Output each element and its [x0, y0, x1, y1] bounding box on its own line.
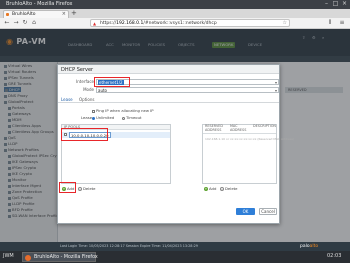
mode-select[interactable]: auto ▾: [96, 87, 279, 93]
maximize-icon[interactable]: □: [332, 1, 339, 8]
timeout-label: Timeout: [126, 115, 142, 120]
reserved-address-column: RESERVED ADDRESS: [205, 124, 224, 132]
close-window-icon[interactable]: ×: [341, 1, 348, 8]
pool-delete-button[interactable]: – Delete: [78, 186, 95, 191]
app-status-bar: Last Login Time: 10/05/2023 12:28:17 Ses…: [0, 242, 350, 251]
library-icon[interactable]: ⫴: [326, 20, 334, 27]
taskbar-window-label: BruhloAlto - Mozilla Firefox: [34, 255, 98, 260]
mac-address-column: MAC ADDRESS: [230, 124, 247, 132]
dialog-title: DHCP Server: [61, 67, 94, 73]
delete-label: Delete: [83, 186, 96, 191]
taskbar-clock: 02:03: [327, 253, 342, 259]
taskbar-window-button[interactable]: BruhloAlto - Mozilla Firefox: [22, 252, 98, 262]
lease-unlimited-option[interactable]: Unlimited: [92, 115, 114, 120]
window-titlebar: BruhloAlto - Mozilla Firefox – □ ×: [0, 0, 350, 9]
window-title: BruhloAlto - Mozilla Firefox: [6, 1, 73, 7]
minus-icon: –: [220, 187, 224, 191]
firefox-icon: [25, 255, 31, 261]
cancel-button[interactable]: Cancel: [259, 208, 277, 215]
unlimited-label: Unlimited: [96, 115, 115, 120]
interface-highlight-box: [94, 77, 130, 87]
insecure-lock-icon: ▲: [93, 21, 97, 26]
lease-timeout-option[interactable]: Timeout: [122, 115, 142, 120]
timeout-radio[interactable]: [122, 116, 125, 120]
reserved-header-divider: [203, 133, 276, 134]
forward-icon[interactable]: →: [12, 20, 20, 27]
chevron-down-icon: ▾: [274, 88, 277, 93]
ping-ip-checkbox[interactable]: [92, 109, 95, 113]
interface-label: Interface: [76, 79, 94, 84]
wm-menu-button[interactable]: JWM: [3, 253, 14, 259]
minimize-icon[interactable]: –: [323, 1, 330, 8]
back-icon[interactable]: ←: [3, 20, 11, 27]
ok-button[interactable]: OK: [236, 208, 255, 215]
mode-label: Mode: [83, 87, 94, 92]
reload-icon[interactable]: ↻: [21, 20, 29, 27]
new-tab-icon[interactable]: +: [71, 10, 79, 18]
description-column: DESCRIPTION: [253, 124, 276, 128]
chevron-down-icon: ▾: [274, 80, 277, 85]
unlimited-radio[interactable]: [92, 116, 95, 120]
paloalto-logo: paloalto: [300, 244, 318, 249]
tab-underline: [58, 102, 279, 103]
ping-ip-option[interactable]: Ping IP when allocating new IP: [92, 108, 154, 113]
browser-tab[interactable]: BruhloAlto ×: [3, 10, 69, 18]
url-path: /#network::vsys1::network/dhcp: [143, 21, 217, 26]
ip-pool-highlight-box: [61, 128, 108, 141]
dialog-header: DHCP Server: [58, 65, 279, 74]
minus-icon: –: [78, 187, 82, 191]
url-bar[interactable]: ▲ https://192.168.0.1/#network::vsys1::n…: [90, 19, 290, 27]
url-text: https://192.168.0.1/#network::vsys1::net…: [100, 21, 217, 26]
bookmark-star-icon[interactable]: ☆: [283, 20, 287, 26]
plus-icon: +: [204, 187, 208, 191]
reserved-delete-button[interactable]: – Delete: [220, 186, 237, 191]
brand-left: palo: [300, 244, 310, 249]
reserved-placeholder: 192.168.1.10 or xx:xx:xx:xx:xx:xx (Reser…: [205, 137, 295, 141]
url-host: 192.168.0.1: [116, 21, 144, 26]
mode-value: auto: [98, 88, 108, 93]
reserved-add-button[interactable]: + Add: [204, 186, 216, 191]
ping-ip-label: Ping IP when allocating new IP: [96, 108, 154, 113]
add-label: Add: [209, 186, 217, 191]
home-icon[interactable]: ⌂: [30, 20, 38, 27]
favicon-icon: [6, 13, 9, 16]
close-tab-icon[interactable]: ×: [62, 11, 66, 17]
brand-right: alto: [309, 244, 319, 249]
menu-icon[interactable]: ≡: [338, 20, 346, 27]
browser-tab-title: BruhloAlto: [12, 12, 36, 17]
delete-label: Delete: [225, 186, 238, 191]
session-info: Last Login Time: 10/05/2023 12:28:17 Ses…: [60, 244, 198, 248]
add-highlight-box: [59, 182, 76, 193]
lease-label: Lease: [81, 115, 93, 120]
